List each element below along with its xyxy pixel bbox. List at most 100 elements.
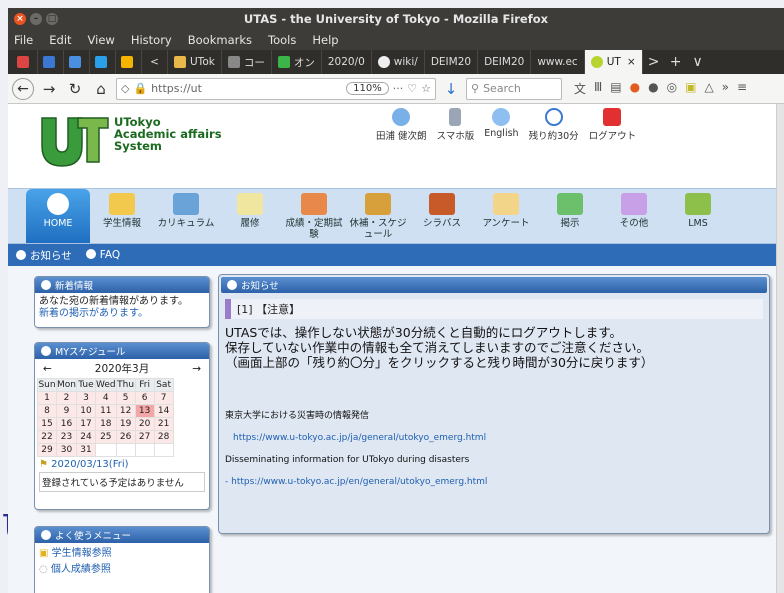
menu-item-student-info[interactable]: ▣ 学生情報参照 <box>39 546 205 562</box>
list-tabs-button[interactable]: ∨ <box>687 54 709 70</box>
calendar-day[interactable]: 7 <box>153 391 174 405</box>
calendar-day[interactable]: 25 <box>94 430 117 444</box>
calendar-day[interactable]: 18 <box>94 417 117 431</box>
tab-course[interactable]: コー <box>222 50 272 74</box>
nav-bulletin[interactable]: 掲示 <box>538 189 602 243</box>
calendar-day[interactable]: 27 <box>134 430 155 444</box>
calendar-day[interactable]: 24 <box>75 430 96 444</box>
calendar-day[interactable]: 31 <box>75 443 96 457</box>
calendar-day-selected[interactable]: 13 <box>134 404 155 418</box>
calendar-day[interactable]: 23 <box>56 430 77 444</box>
calendar-day[interactable]: 6 <box>134 391 155 405</box>
calendar-day[interactable]: 14 <box>153 404 174 418</box>
subnav-notices[interactable]: お知らせ <box>16 248 72 263</box>
library-icon[interactable]: Ⅲ <box>594 80 602 97</box>
tab-2020[interactable]: 2020/0 <box>322 50 372 74</box>
calendar-day[interactable]: 1 <box>37 391 57 405</box>
menu-tools[interactable]: Tools <box>268 33 296 47</box>
extension-icon[interactable]: ◎ <box>667 80 677 97</box>
calendar-day[interactable]: 10 <box>75 404 96 418</box>
nav-other[interactable]: その他 <box>602 189 666 243</box>
nav-home[interactable]: HOME <box>26 189 90 243</box>
tab-utokyo[interactable]: UTok <box>168 50 222 74</box>
new-bulletin-link[interactable]: 新着の掲示があります。 <box>39 308 205 320</box>
calendar-day[interactable]: 20 <box>134 417 155 431</box>
calendar-day[interactable]: 11 <box>94 404 117 418</box>
calendar-day[interactable]: 2 <box>56 391 77 405</box>
calendar-day[interactable]: 17 <box>75 417 96 431</box>
calendar-day[interactable]: 5 <box>115 391 136 405</box>
calendar-day[interactable]: 29 <box>37 443 57 457</box>
nav-survey[interactable]: アンケート <box>474 189 538 243</box>
forward-button[interactable]: → <box>38 78 60 100</box>
sidebar-icon[interactable]: ▤ <box>610 80 621 97</box>
nav-curriculum[interactable]: カリキュラム <box>154 189 218 243</box>
lock-icon[interactable]: 🔒 <box>133 82 147 95</box>
tab-deim-1[interactable]: DEIM20 <box>425 50 479 74</box>
shield-icon[interactable]: ◇ <box>121 82 129 95</box>
home-button[interactable]: ⌂ <box>90 78 112 100</box>
tab-www[interactable]: www.ec <box>531 50 585 74</box>
cloud-icon[interactable]: △ <box>704 80 713 97</box>
tab-overflow-button[interactable]: > <box>643 54 665 70</box>
maximize-window-button[interactable]: □ <box>46 13 58 25</box>
calendar-day[interactable]: 4 <box>94 391 117 405</box>
tab-scroll-left[interactable]: < <box>142 50 168 74</box>
nav-student-info[interactable]: 学生情報 <box>90 189 154 243</box>
calendar-day[interactable]: 26 <box>115 430 136 444</box>
logout-link[interactable]: ログアウト <box>589 108 636 142</box>
calendar-day[interactable]: 28 <box>153 430 174 444</box>
calendar-day[interactable]: 8 <box>37 404 57 418</box>
overflow-menu-icon[interactable]: » <box>722 80 729 97</box>
nav-registration[interactable]: 履修 <box>218 189 282 243</box>
calendar-day[interactable]: 21 <box>153 417 174 431</box>
menu-view[interactable]: View <box>88 33 115 47</box>
calendar-day[interactable]: 22 <box>37 430 57 444</box>
smartphone-link[interactable]: スマホ版 <box>437 108 474 142</box>
url-bar[interactable]: ◇ 🔒 https://ut 110% ··· ♡ ☆ <box>116 77 436 100</box>
calendar-day[interactable]: 9 <box>56 404 77 418</box>
page-actions-icon[interactable]: ··· <box>393 82 404 95</box>
remaining-time-link[interactable]: 残り約30分 <box>529 108 579 142</box>
menu-help[interactable]: Help <box>312 33 338 47</box>
download-icon[interactable]: ↓ <box>440 78 462 100</box>
translate-icon[interactable]: 文 <box>574 80 586 97</box>
tab-utas-active[interactable]: UT × <box>584 50 643 74</box>
calendar-day[interactable]: 19 <box>115 417 136 431</box>
close-tab-icon[interactable]: × <box>627 56 636 68</box>
menu-bookmarks[interactable]: Bookmarks <box>188 33 252 47</box>
reload-button[interactable]: ↻ <box>64 78 86 100</box>
nav-cancellation-schedule[interactable]: 休補・スケジュール <box>346 189 410 243</box>
minimize-window-button[interactable]: – <box>30 13 42 25</box>
calendar-day[interactable]: 16 <box>56 417 77 431</box>
extension-icon[interactable]: ● <box>648 80 658 97</box>
menu-edit[interactable]: Edit <box>49 33 71 47</box>
calendar-day[interactable]: 12 <box>115 404 136 418</box>
utas-logo[interactable] <box>38 110 116 168</box>
calendar-day[interactable]: 30 <box>56 443 77 457</box>
menu-file[interactable]: File <box>14 33 33 47</box>
calendar-day[interactable]: 15 <box>37 417 57 431</box>
pinned-tab-cloud[interactable] <box>90 50 116 74</box>
zoom-level[interactable]: 110% <box>346 82 389 95</box>
extension-icon[interactable]: ● <box>630 80 640 97</box>
pocket-icon[interactable]: ♡ <box>407 82 417 95</box>
pinned-tab-mail[interactable] <box>12 50 38 74</box>
nav-grades-exams[interactable]: 成績・定期試験 <box>282 189 346 243</box>
subnav-faq[interactable]: FAQ <box>85 249 120 261</box>
bookmark-star-icon[interactable]: ☆ <box>421 82 431 95</box>
new-tab-button[interactable]: + <box>665 54 687 70</box>
hamburger-menu-icon[interactable]: ≡ <box>737 80 747 97</box>
close-window-button[interactable]: × <box>14 13 26 25</box>
next-month-button[interactable]: → <box>192 363 201 375</box>
user-name-link[interactable]: 田浦 健次朗 <box>376 108 427 142</box>
pinned-tab-app[interactable] <box>64 50 90 74</box>
nav-lms[interactable]: LMS <box>666 189 730 243</box>
extension-icon[interactable]: ▣ <box>685 80 696 97</box>
page-scrollbar[interactable] <box>776 104 784 593</box>
search-box[interactable]: ⚲ Search <box>466 77 562 100</box>
back-button[interactable]: ← <box>12 77 34 100</box>
menu-history[interactable]: History <box>131 33 172 47</box>
pinned-tab-drive[interactable] <box>116 50 142 74</box>
calendar-day[interactable]: 3 <box>75 391 96 405</box>
